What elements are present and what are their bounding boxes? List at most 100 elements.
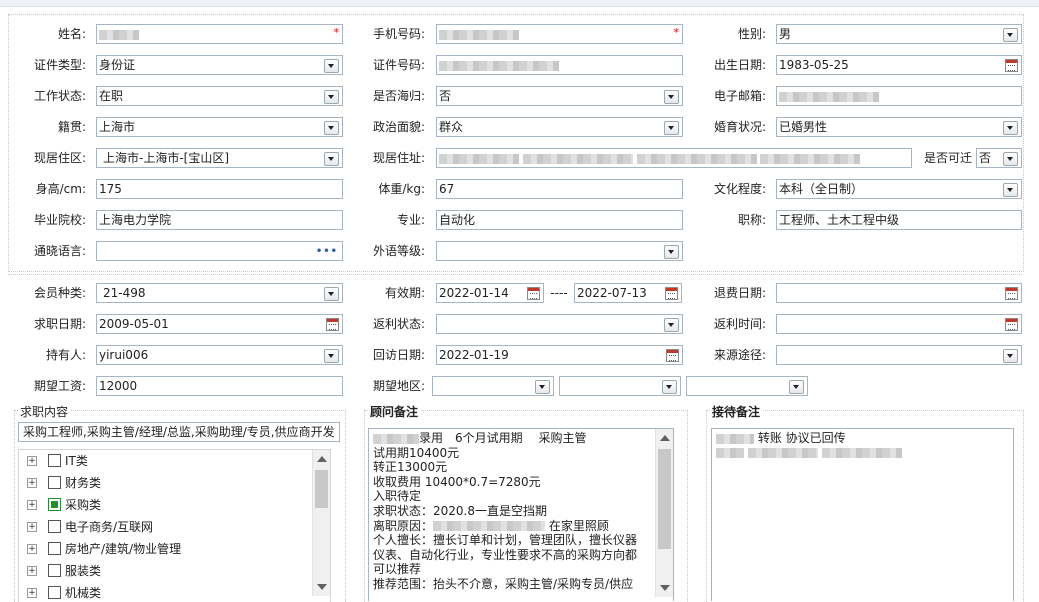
checkbox[interactable] <box>48 542 61 555</box>
chevron-down-icon[interactable] <box>1003 349 1018 363</box>
scroll-down-icon[interactable] <box>317 584 327 590</box>
valid-from-field[interactable]: 2022-01-14 <box>436 283 544 303</box>
checkbox[interactable] <box>48 454 61 467</box>
tree-item-label: 财务类 <box>65 476 102 490</box>
salary-value: 12000 <box>99 379 138 393</box>
calendar-icon[interactable] <box>666 349 679 362</box>
political-select[interactable]: 群众 <box>436 117 683 137</box>
chevron-down-icon[interactable] <box>1003 183 1018 197</box>
id-no-field[interactable] <box>436 55 683 75</box>
plus-icon[interactable]: + <box>27 500 37 510</box>
calendar-icon[interactable] <box>1005 287 1018 300</box>
name-field[interactable]: * <box>96 24 343 44</box>
job-category-tree[interactable]: + IT类 + 财务类 + 采购类 + 电子商务/互联网 + 房地产/建筑/物业管理 + 服… <box>18 449 331 602</box>
calendar-icon[interactable] <box>527 287 540 300</box>
political-label: 政治面貌: <box>372 120 425 134</box>
chevron-down-icon[interactable] <box>324 90 339 104</box>
plus-icon[interactable]: + <box>27 456 37 466</box>
title-value: 工程师、土木工程中级 <box>779 213 900 227</box>
salary-field[interactable]: 12000 <box>96 376 343 396</box>
language-field[interactable]: ••• <box>96 241 343 261</box>
chevron-down-icon[interactable] <box>324 349 339 363</box>
education-value: 本科（全日制） <box>779 182 864 196</box>
checkbox[interactable] <box>48 520 61 533</box>
plus-icon[interactable]: + <box>27 566 37 576</box>
holder-select[interactable]: yirui006 <box>96 345 343 365</box>
checkbox-checked[interactable] <box>48 498 61 511</box>
job-intent-summary-field[interactable]: 采购工程师,采购主管/经理/总监,采购助理/专员,供应商开发 <box>18 422 340 442</box>
plus-icon[interactable]: + <box>27 588 37 598</box>
marital-select[interactable]: 已婚男性 <box>776 117 1022 137</box>
chevron-down-icon[interactable] <box>664 121 679 135</box>
region-province-select[interactable] <box>432 376 554 396</box>
education-select[interactable]: 本科（全日制） <box>776 179 1022 199</box>
scroll-thumb[interactable] <box>658 449 671 549</box>
native-select[interactable]: 上海市 <box>96 117 343 137</box>
major-field[interactable]: 自动化 <box>436 210 683 230</box>
phone-field[interactable]: * <box>436 24 683 44</box>
foreign-level-select[interactable] <box>436 241 683 261</box>
member-type-select[interactable]: 21-498 <box>96 283 343 303</box>
weight-field[interactable]: 67 <box>436 179 683 199</box>
source-label: 来源途径: <box>713 348 766 362</box>
title-field[interactable]: 工程师、土木工程中级 <box>776 210 1022 230</box>
checkbox[interactable] <box>48 476 61 489</box>
address-field[interactable] <box>436 148 912 168</box>
tree-item-label: IT类 <box>65 454 88 468</box>
chevron-down-icon[interactable] <box>324 59 339 73</box>
source-select[interactable] <box>776 345 1022 365</box>
email-field[interactable] <box>776 86 1022 106</box>
plus-icon[interactable]: + <box>27 522 37 532</box>
scroll-up-icon[interactable] <box>660 435 670 441</box>
refund-date-field[interactable] <box>776 283 1022 303</box>
work-status-select[interactable]: 在职 <box>96 86 343 106</box>
gender-value: 男 <box>779 27 792 41</box>
calendar-icon[interactable] <box>1005 59 1018 72</box>
relocate-select[interactable]: 否 <box>976 148 1022 168</box>
district-select[interactable]: 上海市-上海市-[宝山区] <box>96 148 343 168</box>
region-district-select[interactable] <box>686 376 808 396</box>
rebate-status-select[interactable] <box>436 314 683 334</box>
valid-to-field[interactable]: 2022-07-13 <box>574 283 682 303</box>
school-field[interactable]: 上海电力学院 <box>96 210 343 230</box>
chevron-down-icon[interactable] <box>664 245 679 259</box>
chevron-down-icon[interactable] <box>1003 152 1018 166</box>
chevron-down-icon[interactable] <box>324 152 339 166</box>
gender-select[interactable]: 男 <box>776 24 1022 44</box>
chevron-down-icon[interactable] <box>664 90 679 104</box>
region-label: 期望地区: <box>372 379 425 393</box>
reception-notes-textarea[interactable]: 转账 协议已回传 <box>711 428 1014 601</box>
plus-icon[interactable]: + <box>27 478 37 488</box>
chevron-down-icon[interactable] <box>535 380 550 394</box>
birth-field[interactable]: 1983-05-25 <box>776 55 1022 75</box>
notes-scrollbar[interactable] <box>655 429 673 597</box>
calendar-icon[interactable] <box>665 287 678 300</box>
chevron-down-icon[interactable] <box>324 287 339 301</box>
job-date-field[interactable]: 2009-05-01 <box>96 314 343 334</box>
id-type-select[interactable]: 身份证 <box>96 55 343 75</box>
chevron-down-icon[interactable] <box>664 318 679 332</box>
region-city-select[interactable] <box>559 376 681 396</box>
scroll-thumb[interactable] <box>315 470 328 508</box>
consultant-notes-textarea[interactable]: 录用 6个月试用期 采购主管 试用期10400元 转正13000元 收取费用 1… <box>368 428 674 601</box>
holder-value: yirui006 <box>99 348 149 362</box>
chevron-down-icon[interactable] <box>1003 28 1018 42</box>
checkbox[interactable] <box>48 564 61 577</box>
rebate-time-field[interactable] <box>776 314 1022 334</box>
chevron-down-icon[interactable] <box>324 121 339 135</box>
plus-icon[interactable]: + <box>27 544 37 554</box>
height-field[interactable]: 175 <box>96 179 343 199</box>
chevron-down-icon[interactable] <box>662 380 677 394</box>
calendar-icon[interactable] <box>1005 318 1018 331</box>
calendar-icon[interactable] <box>326 318 339 331</box>
visit-date-field[interactable]: 2022-01-19 <box>436 345 683 365</box>
overseas-select[interactable]: 否 <box>436 86 683 106</box>
tree-scrollbar[interactable] <box>312 450 330 596</box>
checkbox[interactable] <box>48 586 61 599</box>
scroll-up-icon[interactable] <box>317 456 327 462</box>
scroll-down-icon[interactable] <box>660 585 670 591</box>
chevron-down-icon[interactable] <box>789 380 804 394</box>
more-icon[interactable]: ••• <box>316 243 338 260</box>
weight-label: 体重/kg: <box>378 182 425 196</box>
chevron-down-icon[interactable] <box>1003 121 1018 135</box>
